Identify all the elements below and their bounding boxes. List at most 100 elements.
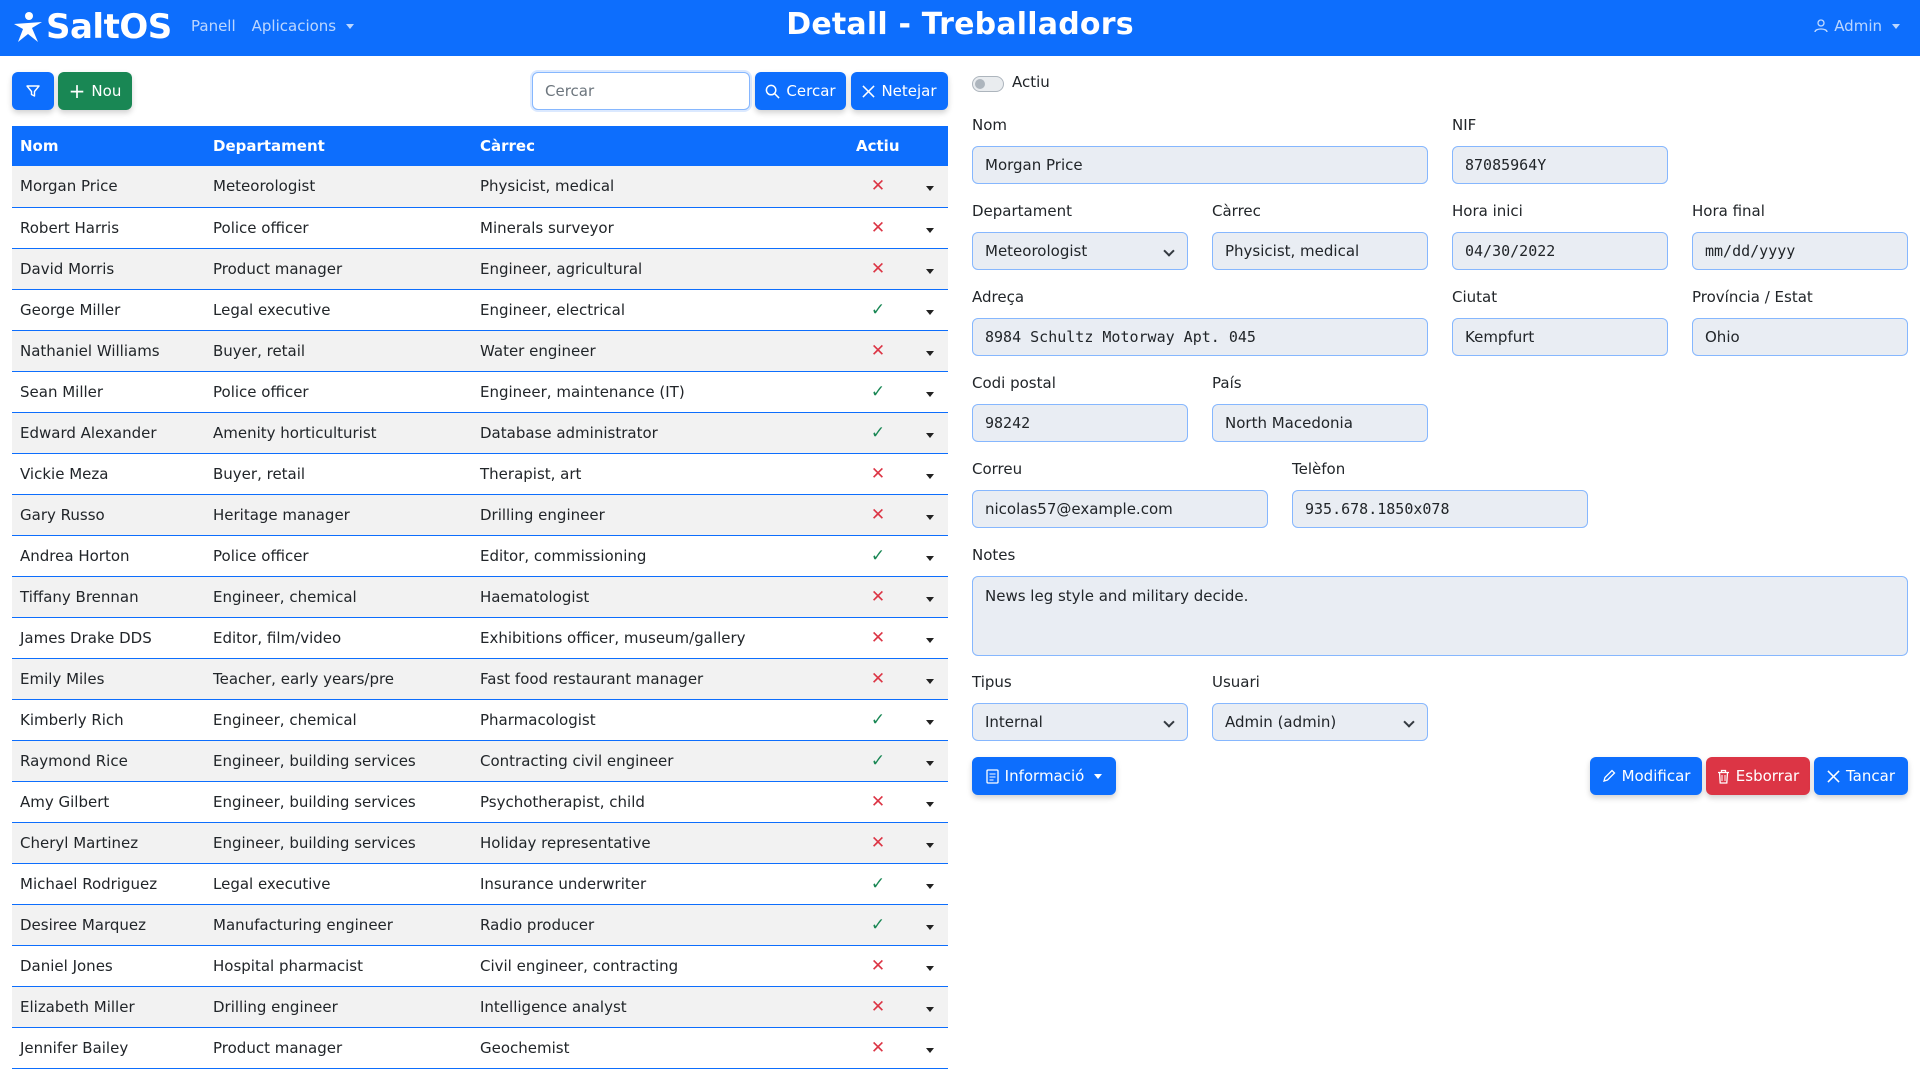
cell-department: Police officer — [213, 546, 309, 565]
table-row[interactable]: George Miller Legal executive Engineer, el… — [12, 289, 948, 330]
role-field[interactable]: Physicist, medical — [1212, 232, 1428, 270]
cell-role: Pharmacologist — [480, 710, 596, 729]
zip-field[interactable]: 98242 — [972, 404, 1188, 442]
table-row[interactable]: Vickie Meza Buyer, retail Therapist, art ✕ — [12, 453, 948, 494]
row-actions-dropdown[interactable] — [908, 740, 948, 781]
row-actions-dropdown[interactable] — [908, 617, 948, 658]
row-actions-dropdown[interactable] — [908, 904, 948, 945]
table-row[interactable]: James Drake DDS Editor, film/video Exhibit… — [12, 617, 948, 658]
table-row[interactable]: Daniel Jones Hospital pharmacist Civil eng… — [12, 945, 948, 986]
cell-name: James Drake DDS — [20, 628, 152, 647]
brand[interactable]: SaltOS — [12, 9, 172, 45]
notes-textarea[interactable]: News leg style and military decide. — [972, 576, 1908, 656]
nav-panell[interactable]: Panell — [191, 17, 236, 35]
row-actions-dropdown[interactable] — [908, 986, 948, 1027]
chevron-down-icon — [926, 514, 934, 520]
phone-field[interactable]: 935.678.1850x078 — [1292, 490, 1588, 528]
row-actions-dropdown[interactable] — [908, 207, 948, 248]
row-actions-dropdown[interactable] — [908, 289, 948, 330]
email-field[interactable]: nicolas57@example.com — [972, 490, 1268, 528]
table-row[interactable]: David Morris Product manager Engineer, agr… — [12, 248, 948, 289]
cell-name: Sean Miller — [20, 382, 104, 401]
cell-department: Product manager — [213, 1038, 343, 1057]
row-actions-dropdown[interactable] — [908, 699, 948, 740]
info-dropdown-button[interactable]: Informació — [972, 757, 1116, 795]
user-select[interactable]: Admin (admin) — [1212, 703, 1428, 741]
address-field[interactable]: 8984 Schultz Motorway Apt. 045 — [972, 318, 1428, 356]
column-header-carrec[interactable]: Càrrec — [472, 126, 848, 166]
table-row[interactable]: Andrea Horton Police officer Editor, commi… — [12, 535, 948, 576]
row-actions-dropdown[interactable] — [908, 781, 948, 822]
table-row[interactable]: Amy Gilbert Engineer, building services Ps… — [12, 781, 948, 822]
cell-department: Engineer, chemical — [213, 710, 357, 729]
row-actions-dropdown[interactable] — [908, 166, 948, 207]
row-actions-dropdown[interactable] — [908, 658, 948, 699]
clear-button[interactable]: Netejar — [851, 72, 948, 110]
close-button[interactable]: Tancar — [1814, 757, 1908, 795]
cell-active: ✓ — [848, 535, 908, 576]
country-field[interactable]: North Macedonia — [1212, 404, 1428, 442]
column-header-actiu[interactable]: Actiu — [848, 126, 908, 166]
table-row[interactable]: Gary Russo Heritage manager Drilling engin… — [12, 494, 948, 535]
modify-button[interactable]: Modificar — [1590, 757, 1702, 795]
row-actions-dropdown[interactable] — [908, 371, 948, 412]
table-row[interactable]: Sean Miller Police officer Engineer, maint… — [12, 371, 948, 412]
cell-active: ✕ — [848, 986, 908, 1027]
delete-button[interactable]: Esborrar — [1706, 757, 1810, 795]
table-row[interactable]: Morgan Price Meteorologist Physicist, medi… — [12, 166, 948, 207]
end-date-field[interactable]: mm/dd/yyyy — [1692, 232, 1908, 270]
table-row[interactable]: Tiffany Brennan Engineer, chemical Haemato… — [12, 576, 948, 617]
cell-active: ✕ — [848, 822, 908, 863]
nif-field[interactable]: 87085964Y — [1452, 146, 1668, 184]
type-select[interactable]: Internal — [972, 703, 1188, 741]
row-actions-dropdown[interactable] — [908, 822, 948, 863]
start-date-field[interactable]: 04/30/2022 — [1452, 232, 1668, 270]
row-actions-dropdown[interactable] — [908, 576, 948, 617]
name-field[interactable]: Morgan Price — [972, 146, 1428, 184]
province-field[interactable]: Ohio — [1692, 318, 1908, 356]
table-row[interactable]: Emily Miles Teacher, early years/pre Fast … — [12, 658, 948, 699]
search-input[interactable] — [532, 72, 750, 110]
table-row[interactable]: Nathaniel Williams Buyer, retail Water eng… — [12, 330, 948, 371]
main-nav: Panell Aplicacions — [191, 17, 355, 35]
row-actions-dropdown[interactable] — [908, 453, 948, 494]
table-row[interactable]: Edward Alexander Amenity horticulturist Da… — [12, 412, 948, 453]
row-actions-dropdown[interactable] — [908, 945, 948, 986]
cell-department: Product manager — [213, 259, 343, 278]
name-label: Nom — [972, 116, 1008, 134]
row-actions-dropdown[interactable] — [908, 248, 948, 289]
cell-name: Kimberly Rich — [20, 710, 124, 729]
table-row[interactable]: Raymond Rice Engineer, building services C… — [12, 740, 948, 781]
row-actions-dropdown[interactable] — [908, 535, 948, 576]
cell-active: ✕ — [848, 248, 908, 289]
row-actions-dropdown[interactable] — [908, 1027, 948, 1068]
table-row[interactable]: Elizabeth Miller Drilling engineer Intelli… — [12, 986, 948, 1027]
row-actions-dropdown[interactable] — [908, 330, 948, 371]
active-toggle[interactable] — [972, 76, 1004, 92]
search-button[interactable]: Cercar — [755, 72, 846, 110]
table-row[interactable]: Kimberly Rich Engineer, chemical Pharmacol… — [12, 699, 948, 740]
table-row[interactable]: Desiree Marquez Manufacturing engineer Rad… — [12, 904, 948, 945]
modify-button-label: Modificar — [1621, 767, 1691, 785]
nav-aplicacions[interactable]: Aplicacions — [252, 17, 355, 35]
row-actions-dropdown[interactable] — [908, 863, 948, 904]
table-row[interactable]: Robert Harris Police officer Minerals surv… — [12, 207, 948, 248]
cell-name: Emily Miles — [20, 669, 105, 688]
table-row[interactable]: Michael Rodriguez Legal executive Insuranc… — [12, 863, 948, 904]
cell-active: ✕ — [848, 207, 908, 248]
table-row[interactable]: Cheryl Martinez Engineer, building servic… — [12, 822, 948, 863]
column-header-departament[interactable]: Departament — [205, 126, 472, 166]
city-field[interactable]: Kempfurt — [1452, 318, 1668, 356]
cell-role: Engineer, agricultural — [480, 259, 643, 278]
row-actions-dropdown[interactable] — [908, 494, 948, 535]
row-actions-dropdown[interactable] — [908, 412, 948, 453]
filter-button[interactable] — [12, 72, 54, 110]
type-label: Tipus — [972, 673, 1012, 691]
type-value: Internal — [985, 713, 1043, 731]
cell-name: Edward Alexander — [20, 423, 157, 442]
new-button[interactable]: + Nou — [58, 72, 132, 110]
table-row[interactable]: Jennifer Bailey Product manager Geochemist… — [12, 1027, 948, 1068]
column-header-nom[interactable]: Nom — [12, 126, 205, 166]
department-select[interactable]: Meteorologist — [972, 232, 1188, 270]
nif-label: NIF — [1452, 116, 1477, 134]
